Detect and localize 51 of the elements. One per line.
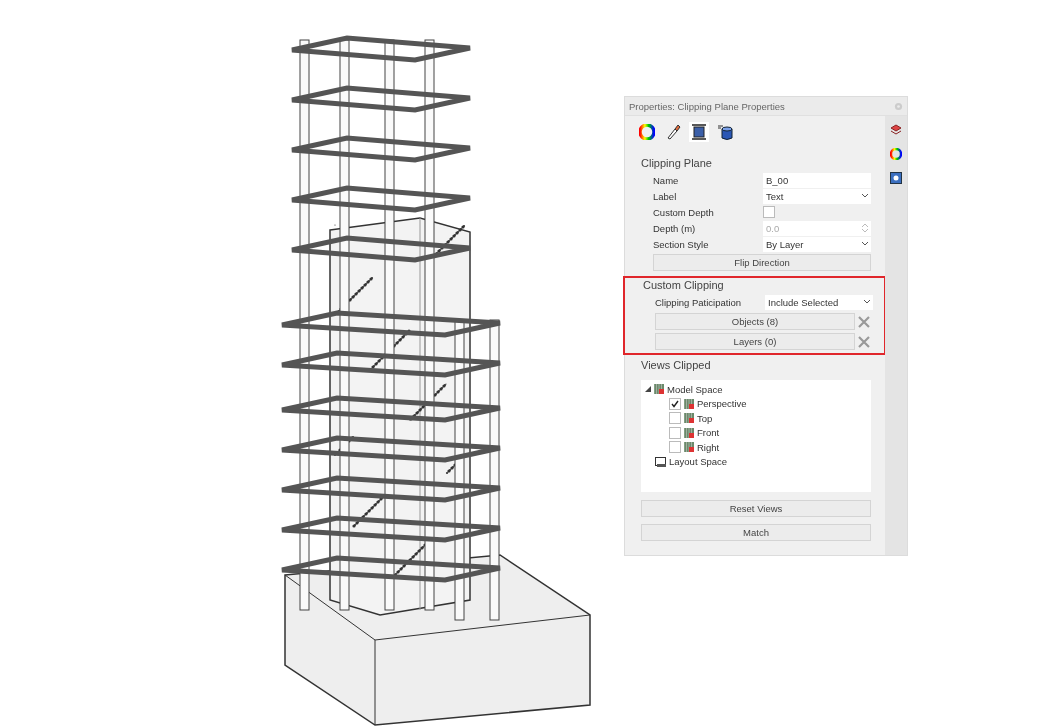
object-data-tab[interactable] (715, 122, 735, 142)
panel-title: Properties: Clipping Plane Properties (629, 100, 785, 112)
caret-icon (864, 300, 870, 304)
field-label: Custom Depth (653, 206, 715, 218)
field-label: Name (653, 174, 680, 186)
grid-icon (684, 398, 694, 409)
caret-icon (862, 242, 868, 246)
section-heading: Custom Clipping (643, 279, 725, 291)
layers-icon[interactable] (890, 124, 902, 136)
checkbox[interactable] (669, 441, 681, 454)
checkbox[interactable] (669, 412, 681, 425)
name-field[interactable]: B_00 (763, 172, 871, 188)
panel-button[interactable]: Reset Views (641, 500, 871, 517)
list-button[interactable]: Layers (0) (655, 333, 855, 350)
tree-item[interactable]: Top (697, 412, 713, 424)
spinner-icon (862, 223, 868, 233)
tree-item[interactable]: Model Space (667, 383, 723, 395)
grid-icon (684, 442, 694, 453)
cylinder-icon (717, 124, 733, 140)
window-icon[interactable] (890, 172, 902, 184)
field-label: Label (653, 190, 678, 202)
tree-item[interactable]: Right (697, 441, 720, 453)
dropdown-field[interactable]: Text (763, 188, 871, 204)
brush-icon (665, 124, 681, 140)
caret-icon (862, 194, 868, 198)
grid-icon (654, 384, 664, 395)
tree-item[interactable]: Layout Space (669, 456, 728, 468)
panel-button[interactable]: Match (641, 524, 871, 541)
tree-item[interactable]: Perspective (697, 398, 747, 410)
flip-direction-button[interactable]: Flip Direction (653, 254, 871, 271)
field-label: Clipping Paticipation (655, 296, 743, 308)
field-label: Depth (m) (653, 222, 697, 234)
checkbox[interactable] (669, 426, 681, 439)
dropdown-field[interactable]: Include Selected (765, 294, 873, 310)
checkbox[interactable] (763, 206, 775, 218)
color-wheel-icon[interactable] (890, 148, 902, 160)
expanded-arrow-icon[interactable] (645, 386, 651, 393)
color-wheel-icon (639, 124, 655, 140)
layout-icon (655, 456, 666, 467)
checkbox[interactable] (669, 397, 681, 410)
section-heading: Views Clipped (641, 359, 712, 371)
grid-icon (684, 427, 694, 438)
list-button[interactable]: Objects (8) (655, 313, 855, 330)
color-wheel-tab[interactable] (637, 122, 657, 142)
tree-item[interactable]: Front (697, 427, 720, 439)
clipping-plane-tab[interactable] (689, 122, 709, 142)
dropdown-field[interactable]: By Layer (763, 236, 871, 252)
grid-icon (684, 413, 694, 424)
section-heading: Clipping Plane (641, 157, 713, 169)
field-label: Section Style (653, 238, 710, 250)
clipping-plane-icon (691, 124, 707, 140)
